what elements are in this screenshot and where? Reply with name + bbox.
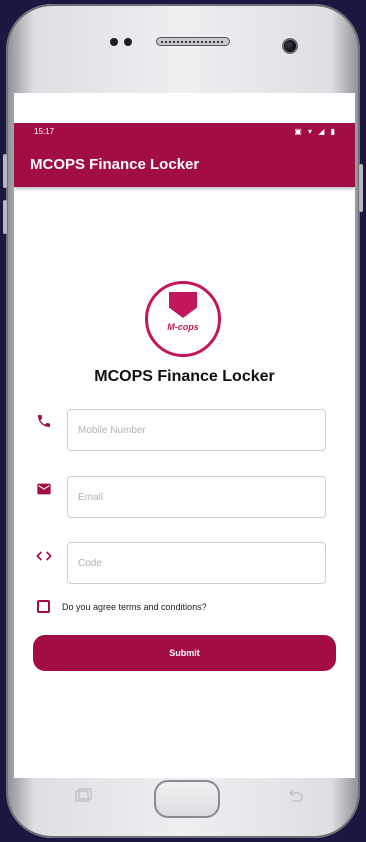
phone-icon [38, 415, 50, 427]
app-bar-title: MCOPS Finance Locker [30, 156, 200, 173]
mail-icon [37, 483, 51, 495]
sensor-dots [110, 38, 132, 46]
bottom-bezel [14, 778, 355, 826]
shield-icon [169, 292, 197, 318]
home-button[interactable] [154, 780, 220, 818]
page-title: MCOPS Finance Locker [94, 368, 275, 385]
recents-icon[interactable] [74, 788, 92, 804]
logo-text: M-cops [167, 322, 199, 332]
status-time: 15:17 [34, 127, 55, 136]
terms-row: Do you agree terms and conditions? [37, 600, 207, 613]
app-screen: 15:17 ▣ ▾ ◢ ▮ MCOPS Finance Locker M-cop… [14, 93, 355, 778]
app-bar: MCOPS Finance Locker [14, 141, 355, 187]
volume-up-button [3, 154, 7, 188]
terms-label: Do you agree terms and conditions? [62, 601, 207, 612]
status-bar: 15:17 ▣ ▾ ◢ ▮ [14, 123, 355, 141]
volume-down-button [3, 200, 7, 234]
earpiece-speaker [156, 37, 230, 46]
email-input[interactable] [67, 476, 326, 518]
power-button [359, 164, 363, 212]
front-camera [282, 38, 298, 54]
submit-button[interactable]: Submit [33, 635, 336, 671]
app-logo: M-cops [145, 281, 221, 357]
status-icons: ▣ ▾ ◢ ▮ [294, 127, 337, 136]
code-input[interactable] [67, 542, 326, 584]
terms-checkbox[interactable] [37, 600, 50, 613]
code-icon [36, 551, 52, 561]
mobile-number-input[interactable] [67, 409, 326, 451]
back-icon[interactable] [286, 788, 304, 804]
